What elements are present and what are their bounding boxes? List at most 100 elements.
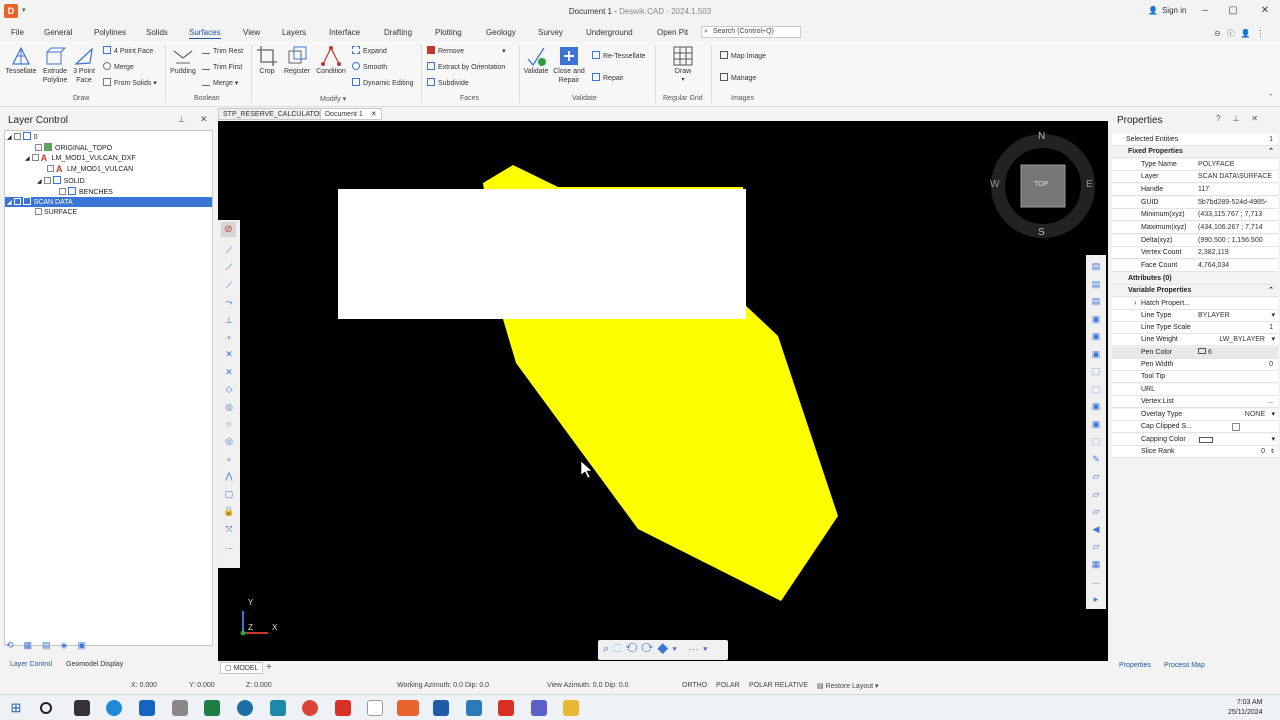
snap-tools-icons[interactable]: ⟋ ⟋ ⟋ ⤳ ⊥ ∘ ✕ ✕ ◇ ◎ ○ ◎ ∘ ⋀ ▢ 🔒 ⤧… [223, 242, 235, 555]
layer-node-benches[interactable]: BENCHES [59, 187, 113, 197]
property-row[interactable]: Vertex Count 2,382,119 [1112, 247, 1278, 259]
expand-button[interactable]: Expand [352, 46, 387, 57]
merge-surfaces-button[interactable]: Merge [103, 62, 134, 73]
regular-grid-draw-button[interactable]: Draw ▾ [670, 45, 696, 85]
variable-properties-header[interactable]: Variable Properties ⌃ [1112, 285, 1278, 297]
tab-underground[interactable]: Underground [586, 28, 633, 37]
re-tessellate-button[interactable]: Re-Tessellate [592, 51, 645, 62]
extract-by-orientation-button[interactable]: Extract by Orientation [427, 62, 505, 73]
tab-polylines[interactable]: Polylines [94, 28, 126, 37]
layer-node-0[interactable]: ◢ 0 [7, 132, 38, 142]
property-row[interactable]: Slice Rank 0 ⇕ [1112, 446, 1278, 458]
tab-interface[interactable]: Interface [329, 28, 360, 37]
sign-in-button[interactable]: 👤 Sign in [1148, 6, 1186, 15]
close-button[interactable]: ✕ [1258, 4, 1272, 18]
minimize-button[interactable]: – [1198, 4, 1212, 18]
tab-file[interactable]: File [11, 28, 24, 37]
manage-images-button[interactable]: Manage [720, 73, 756, 84]
pudding-button[interactable]: Pudding [169, 45, 197, 76]
layer-node-lm-mod1-vulcan[interactable]: A LM_MOD1_VULCAN [47, 165, 133, 175]
property-row[interactable]: Overlay Type NONE ▾ [1112, 409, 1278, 421]
no-snap-icon[interactable]: ⊘ [221, 222, 236, 237]
system-clock[interactable]: 7:03 AM 25/11/2024 [1228, 698, 1263, 718]
property-row[interactable]: › Hatch Propert... [1112, 298, 1278, 310]
tab-drafting[interactable]: Drafting [384, 28, 412, 37]
register-button[interactable]: Register [282, 45, 312, 76]
dropdown-icon[interactable]: ▾ [1271, 310, 1275, 322]
layer-checkbox[interactable] [31, 154, 39, 161]
attributes-header[interactable]: Attributes (0) [1112, 273, 1278, 285]
tab-survey[interactable]: Survey [538, 28, 563, 37]
layer-node-lm-mod1-vulcan-dxf[interactable]: ◢ A LM_MOD1_VULCAN_DXF [25, 154, 136, 164]
outlook-icon[interactable] [139, 700, 155, 716]
spinner-icon[interactable]: ⇕ [1270, 446, 1275, 458]
collapse-icon[interactable]: ◢ [37, 179, 42, 185]
fixed-properties-header[interactable]: Fixed Properties ⌃ [1112, 146, 1278, 158]
document-icon[interactable] [367, 700, 383, 716]
property-row[interactable]: Layer SCAN DATA\SURFACE [1112, 171, 1278, 183]
doc-tab-document-1[interactable]: Document 1 ✕ [320, 108, 382, 120]
compass-face-top[interactable]: TOP [1034, 181, 1048, 188]
tab-plotting[interactable]: Plotting [435, 28, 462, 37]
tessellate-button[interactable]: Tessellate [4, 45, 38, 76]
acrobat-icon[interactable] [335, 700, 351, 716]
four-point-face-button[interactable]: 4 Point Face [103, 46, 153, 57]
property-row[interactable]: Pen Width 0 [1112, 359, 1278, 371]
expand-icon[interactable]: › [1134, 298, 1136, 310]
dropdown-icon[interactable]: ▾ [1271, 434, 1275, 446]
layer-tools-toolbar[interactable]: ⟲▦▤◈▣ [6, 640, 136, 654]
tab-geomodel-display[interactable]: Geomodel Display [66, 661, 123, 668]
property-row[interactable]: Vertex List... [1112, 396, 1278, 408]
collapse-icon[interactable]: ◢ [25, 156, 30, 162]
word-icon[interactable] [433, 700, 449, 716]
close-and-repair-button[interactable]: Close and Repair [552, 45, 586, 85]
trim-rest-button[interactable]: Trim Rest [202, 46, 243, 57]
chrome-icon[interactable] [302, 700, 318, 716]
from-solids-button[interactable]: From Solids ▾ [103, 78, 157, 89]
cap-clipped-checkbox[interactable] [1232, 423, 1240, 431]
layer-checkbox[interactable] [43, 177, 51, 184]
map-image-button[interactable]: Map Image [720, 51, 766, 62]
capping-color-swatch[interactable] [1199, 437, 1213, 443]
file-explorer-icon[interactable] [563, 700, 579, 716]
remove-faces-button[interactable]: Remove ▾ [427, 46, 506, 57]
tab-layers[interactable]: Layers [282, 28, 306, 37]
property-row[interactable]: Cap Clipped S... [1112, 421, 1278, 433]
dropdown-icon[interactable]: ▾ [1271, 409, 1275, 421]
property-row[interactable]: Face Count 4,764,034 [1112, 260, 1278, 272]
view-tools-icons[interactable]: ▤ ▤ ▤ ▣ ▣ ▣ ⬚ ⬚ ▣ ▣ ⬚ ✎ ▱ ▱ ▱ ◀ ▱ ▦… ▸ [1090, 258, 1102, 608]
ribbon-options-icons[interactable]: ⊝ⓘ👤⋮ [1214, 28, 1271, 39]
windows-start-icon[interactable]: ⊞ [8, 700, 24, 716]
layer-node-surface[interactable]: SURFACE [35, 208, 77, 218]
dynamic-editing-button[interactable]: Dynamic Editing [352, 78, 414, 89]
layer-checkbox[interactable] [35, 208, 42, 215]
trim-first-button[interactable]: Trim First [202, 62, 242, 73]
dropdown-icon[interactable]: ▾ [1271, 334, 1275, 346]
navigation-icons[interactable]: ⌕⬚⟲⟳◆▾ ⋯▾ [603, 643, 712, 656]
model-tab[interactable]: ▢ MODEL [220, 662, 264, 674]
layer-checkbox[interactable] [47, 165, 54, 172]
extrude-polyline-button[interactable]: Extrude Polyline [40, 45, 70, 85]
collapse-section-icon[interactable]: ⌃ [1268, 146, 1274, 158]
subdivide-button[interactable]: Subdivide [427, 78, 469, 89]
cad-viewport[interactable]: N S E W TOP Y Z X [218, 121, 1108, 661]
deswik-icon[interactable] [397, 700, 419, 716]
property-row[interactable]: Delta(xyz) (990.500 ; 1,156.500 [1112, 235, 1278, 247]
tab-geology[interactable]: Geology [486, 28, 516, 37]
app-s-blue-icon[interactable] [466, 700, 482, 716]
properties-panel-controls[interactable]: ?⊥✕ [1216, 114, 1270, 123]
property-row[interactable]: Type Name POLYFACE [1112, 159, 1278, 171]
calculator-icon[interactable] [172, 700, 188, 716]
collapse-icon[interactable]: ◢ [7, 200, 12, 206]
layer-checkbox[interactable] [13, 198, 21, 205]
tab-general[interactable]: General [44, 28, 72, 37]
pin-icon[interactable]: ⊥ [178, 115, 185, 124]
property-row[interactable]: Line Type Scale 1 [1112, 322, 1278, 334]
three-point-face-button[interactable]: 3 Point Face [72, 45, 96, 85]
condition-button[interactable]: Condition [314, 45, 348, 76]
search-taskbar-icon[interactable] [40, 702, 52, 714]
app-s-red-icon[interactable] [498, 700, 514, 716]
ortho-toggle[interactable]: ORTHO [682, 682, 707, 689]
polar-toggle[interactable]: POLAR [716, 682, 740, 689]
property-row[interactable]: Line Type BYLAYER ▾ [1112, 310, 1278, 322]
